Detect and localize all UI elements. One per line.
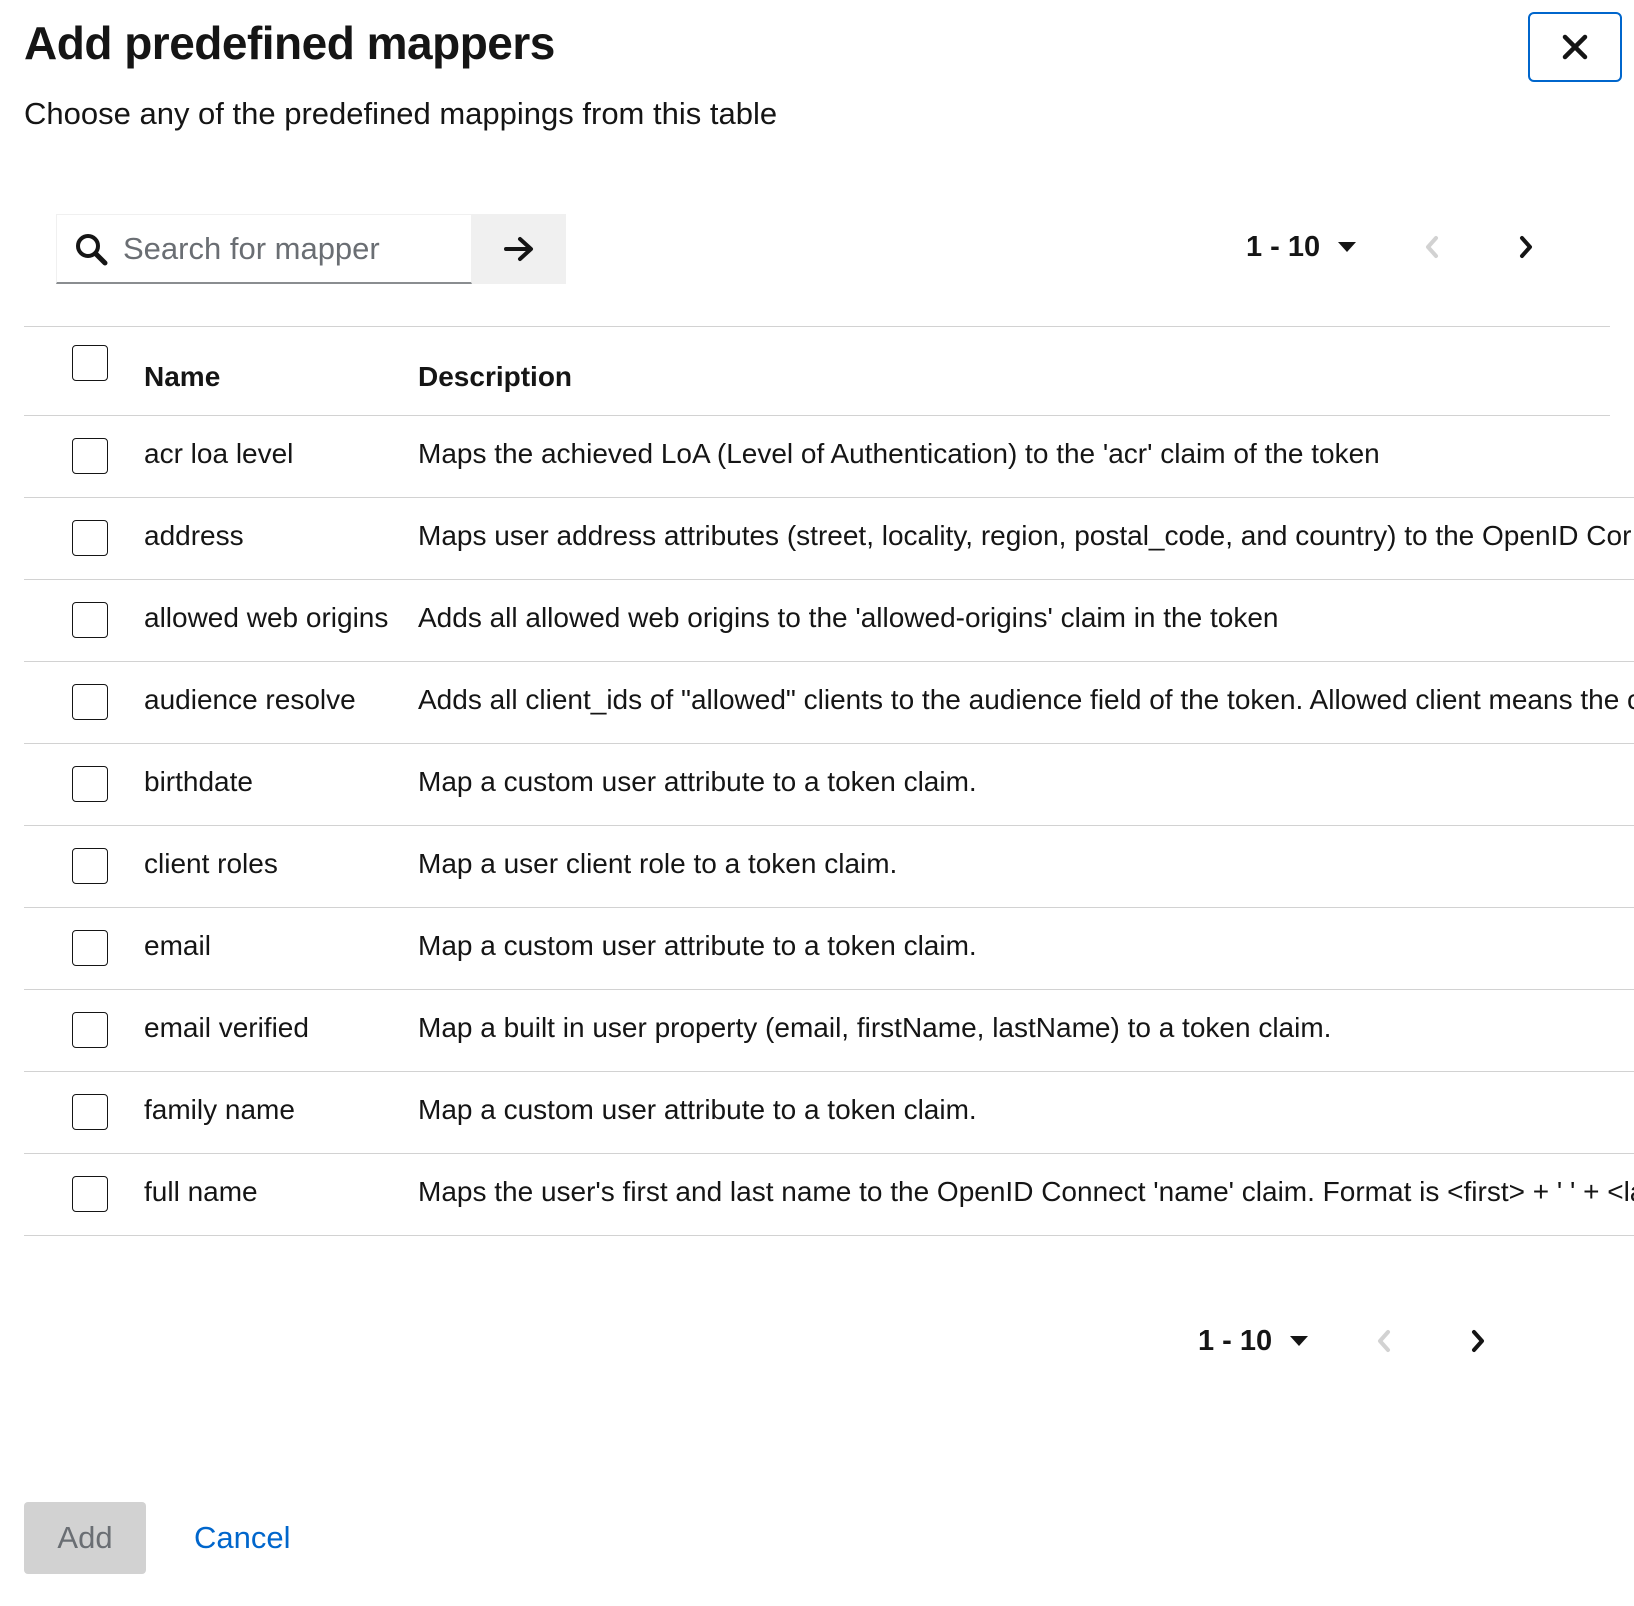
row-checkbox[interactable]: [72, 1094, 108, 1130]
row-checkbox[interactable]: [72, 602, 108, 638]
cancel-button[interactable]: Cancel: [194, 1502, 291, 1574]
add-button[interactable]: Add: [24, 1502, 146, 1574]
top-pagination: 1 - 10: [1246, 222, 1546, 272]
table-row: acr loa level Maps the achieved LoA (Lev…: [24, 416, 1634, 498]
previous-page-button[interactable]: [1364, 1321, 1404, 1361]
column-header-name: Name: [144, 361, 221, 392]
table-row: full name Maps the user's first and last…: [24, 1154, 1634, 1236]
caret-down-icon: [1338, 242, 1357, 252]
table-row: address Maps user address attributes (st…: [24, 498, 1634, 580]
table-row: client roles Map a user client role to a…: [24, 826, 1634, 908]
table-row: allowed web origins Adds all allowed web…: [24, 580, 1634, 662]
angle-left-icon: [1426, 236, 1439, 258]
mapper-name: acr loa level: [144, 438, 294, 469]
mapper-name: client roles: [144, 848, 278, 879]
mapper-name: audience resolve: [144, 684, 356, 715]
mapper-name: email verified: [144, 1012, 309, 1043]
row-checkbox[interactable]: [72, 684, 108, 720]
pagination-range: 1 - 10: [1246, 230, 1321, 263]
arrow-right-icon: [504, 237, 533, 261]
modal-subtitle: Choose any of the predefined mappings fr…: [24, 96, 778, 131]
table-row: email verified Map a built in user prope…: [24, 990, 1634, 1072]
mapper-description: Adds all client_ids of "allowed" clients…: [418, 684, 1634, 715]
row-checkbox[interactable]: [72, 520, 108, 556]
caret-down-icon: [1290, 1336, 1309, 1346]
table-row: family name Map a custom user attribute …: [24, 1072, 1634, 1154]
close-button[interactable]: [1528, 12, 1622, 82]
table-row: email Map a custom user attribute to a t…: [24, 908, 1634, 990]
mapper-description: Maps the achieved LoA (Level of Authenti…: [418, 438, 1380, 469]
mapper-name: family name: [144, 1094, 295, 1125]
search-input[interactable]: [121, 229, 455, 268]
angle-right-icon: [1520, 236, 1533, 258]
angle-right-icon: [1472, 1330, 1485, 1352]
angle-left-icon: [1378, 1330, 1391, 1352]
search-box: [56, 214, 472, 284]
search-icon: [71, 229, 111, 269]
previous-page-button[interactable]: [1412, 227, 1452, 267]
mapper-description: Map a user client role to a token claim.: [418, 848, 898, 879]
mapper-name: allowed web origins: [144, 602, 389, 633]
row-checkbox[interactable]: [72, 1012, 108, 1048]
mapper-description: Maps user address attributes (street, lo…: [418, 520, 1632, 551]
mapper-description: Maps the user's first and last name to t…: [418, 1176, 1634, 1207]
mapper-description: Map a custom user attribute to a token c…: [418, 930, 977, 961]
row-checkbox[interactable]: [72, 848, 108, 884]
table-header: Name Description: [24, 326, 1610, 416]
mappers-table: Name Description acr loa level Maps the …: [24, 326, 1634, 1236]
per-page-toggle[interactable]: 1 - 10: [1246, 230, 1357, 264]
row-checkbox[interactable]: [72, 930, 108, 966]
mapper-description: Map a custom user attribute to a token c…: [418, 766, 977, 797]
mapper-description: Map a custom user attribute to a token c…: [418, 1094, 977, 1125]
mapper-name: email: [144, 930, 211, 961]
per-page-toggle[interactable]: 1 - 10: [1198, 1324, 1309, 1358]
pagination-range: 1 - 10: [1198, 1324, 1273, 1357]
modal-title: Add predefined mappers: [24, 17, 555, 69]
next-page-button[interactable]: [1506, 227, 1546, 267]
mapper-name: birthdate: [144, 766, 253, 797]
mapper-description: Map a built in user property (email, fir…: [418, 1012, 1332, 1043]
row-checkbox[interactable]: [72, 766, 108, 802]
select-all-checkbox[interactable]: [72, 345, 108, 381]
mapper-description: Adds all allowed web origins to the 'all…: [418, 602, 1279, 633]
close-icon: [1562, 34, 1588, 60]
table-row: birthdate Map a custom user attribute to…: [24, 744, 1634, 826]
search-submit-button[interactable]: [472, 214, 566, 284]
column-header-description: Description: [418, 361, 573, 392]
add-predefined-mappers-modal: Add predefined mappers Choose any of the…: [0, 0, 1634, 1606]
row-checkbox[interactable]: [72, 1176, 108, 1212]
mapper-name: full name: [144, 1176, 258, 1207]
row-checkbox[interactable]: [72, 438, 108, 474]
table-row: audience resolve Adds all client_ids of …: [24, 662, 1634, 744]
mapper-name: address: [144, 520, 244, 551]
bottom-pagination: 1 - 10: [1198, 1316, 1498, 1366]
next-page-button[interactable]: [1458, 1321, 1498, 1361]
